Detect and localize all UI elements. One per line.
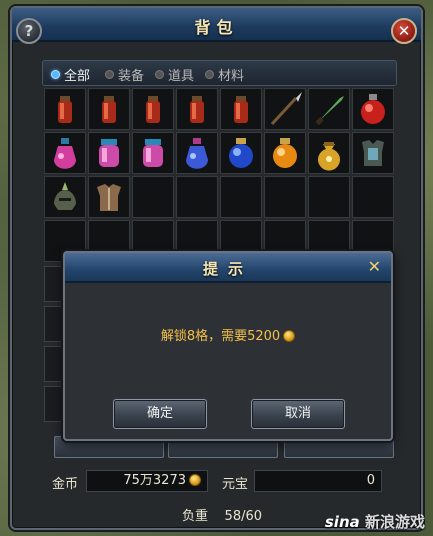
inventory-slot[interactable] xyxy=(44,176,86,218)
sina-watermark: sina 新浪游戏 xyxy=(325,511,425,532)
dialog-message: 解锁8格，需要5200 xyxy=(65,325,391,344)
unlock-dialog: 提示 ✕ 解锁8格，需要5200 确定 取消 xyxy=(63,251,393,441)
inventory-slot[interactable] xyxy=(132,176,174,218)
inventory-slot[interactable] xyxy=(352,132,394,174)
inventory-slot[interactable] xyxy=(44,132,86,174)
cancel-button[interactable]: 取消 xyxy=(251,399,345,429)
gold-value: 75万3273 xyxy=(123,473,186,488)
tab-items[interactable]: 道具 xyxy=(155,65,194,84)
tab-materials[interactable]: 材料 xyxy=(205,65,244,84)
inventory-slot[interactable] xyxy=(264,176,306,218)
inventory-slot[interactable] xyxy=(220,88,262,130)
dialog-titlebar: 提示 ✕ xyxy=(65,253,391,283)
weight-value: 58/60 xyxy=(224,509,263,524)
yuanbao-label: 元宝 xyxy=(222,477,249,492)
confirm-button[interactable]: 确定 xyxy=(113,399,207,429)
sina-logo: sina xyxy=(324,513,360,531)
inventory-slot[interactable] xyxy=(308,132,350,174)
close-button[interactable]: ✕ xyxy=(391,18,417,44)
gold-coin-icon xyxy=(283,330,296,342)
weight-display: 负重 58/60 xyxy=(182,505,262,524)
tab-label: 装备 xyxy=(118,69,145,84)
radio-icon xyxy=(51,70,60,79)
dialog-close-icon[interactable]: ✕ xyxy=(368,257,381,276)
inventory-slot[interactable] xyxy=(264,132,306,174)
inventory-slot[interactable] xyxy=(176,132,218,174)
inventory-slot[interactable] xyxy=(88,176,130,218)
tab-label: 全部 xyxy=(64,69,91,84)
dialog-title: 提示 xyxy=(202,260,253,278)
inventory-slot[interactable] xyxy=(88,132,130,174)
inventory-slot[interactable] xyxy=(176,88,218,130)
inventory-slot[interactable] xyxy=(308,88,350,130)
inventory-slot[interactable] xyxy=(132,132,174,174)
bag-titlebar: 背包 xyxy=(12,8,421,42)
inventory-slot[interactable] xyxy=(352,88,394,130)
weight-label: 负重 xyxy=(182,509,209,524)
gold-coin-icon xyxy=(189,474,201,486)
watermark-text: 新浪游戏 xyxy=(364,513,425,531)
inventory-grid xyxy=(44,88,394,264)
radio-icon xyxy=(205,70,214,79)
dialog-message-text: 解锁8格，需要5200 xyxy=(160,329,281,344)
radio-icon xyxy=(105,70,114,79)
inventory-slot[interactable] xyxy=(220,132,262,174)
inventory-slot[interactable] xyxy=(264,88,306,130)
inventory-slot[interactable] xyxy=(176,176,218,218)
category-tabs: 全部 装备 道具 材料 xyxy=(42,60,397,86)
inventory-slot[interactable] xyxy=(352,176,394,218)
inventory-slot[interactable] xyxy=(44,88,86,130)
tab-equipment[interactable]: 装备 xyxy=(105,65,144,84)
help-button[interactable]: ? xyxy=(16,18,42,44)
radio-icon xyxy=(155,70,164,79)
inventory-slot[interactable] xyxy=(308,176,350,218)
gold-label: 金币 xyxy=(52,477,79,492)
yuanbao-value-box: 0 xyxy=(254,470,382,492)
inventory-slot[interactable] xyxy=(220,176,262,218)
tab-label: 道具 xyxy=(168,69,195,84)
bag-title: 背包 xyxy=(194,18,239,37)
yuanbao-value: 0 xyxy=(366,473,375,488)
inventory-slot[interactable] xyxy=(132,88,174,130)
gold-value-box: 75万3273 xyxy=(86,470,208,492)
tab-all[interactable]: 全部 xyxy=(51,65,90,84)
tab-label: 材料 xyxy=(218,69,245,84)
inventory-slot[interactable] xyxy=(88,88,130,130)
